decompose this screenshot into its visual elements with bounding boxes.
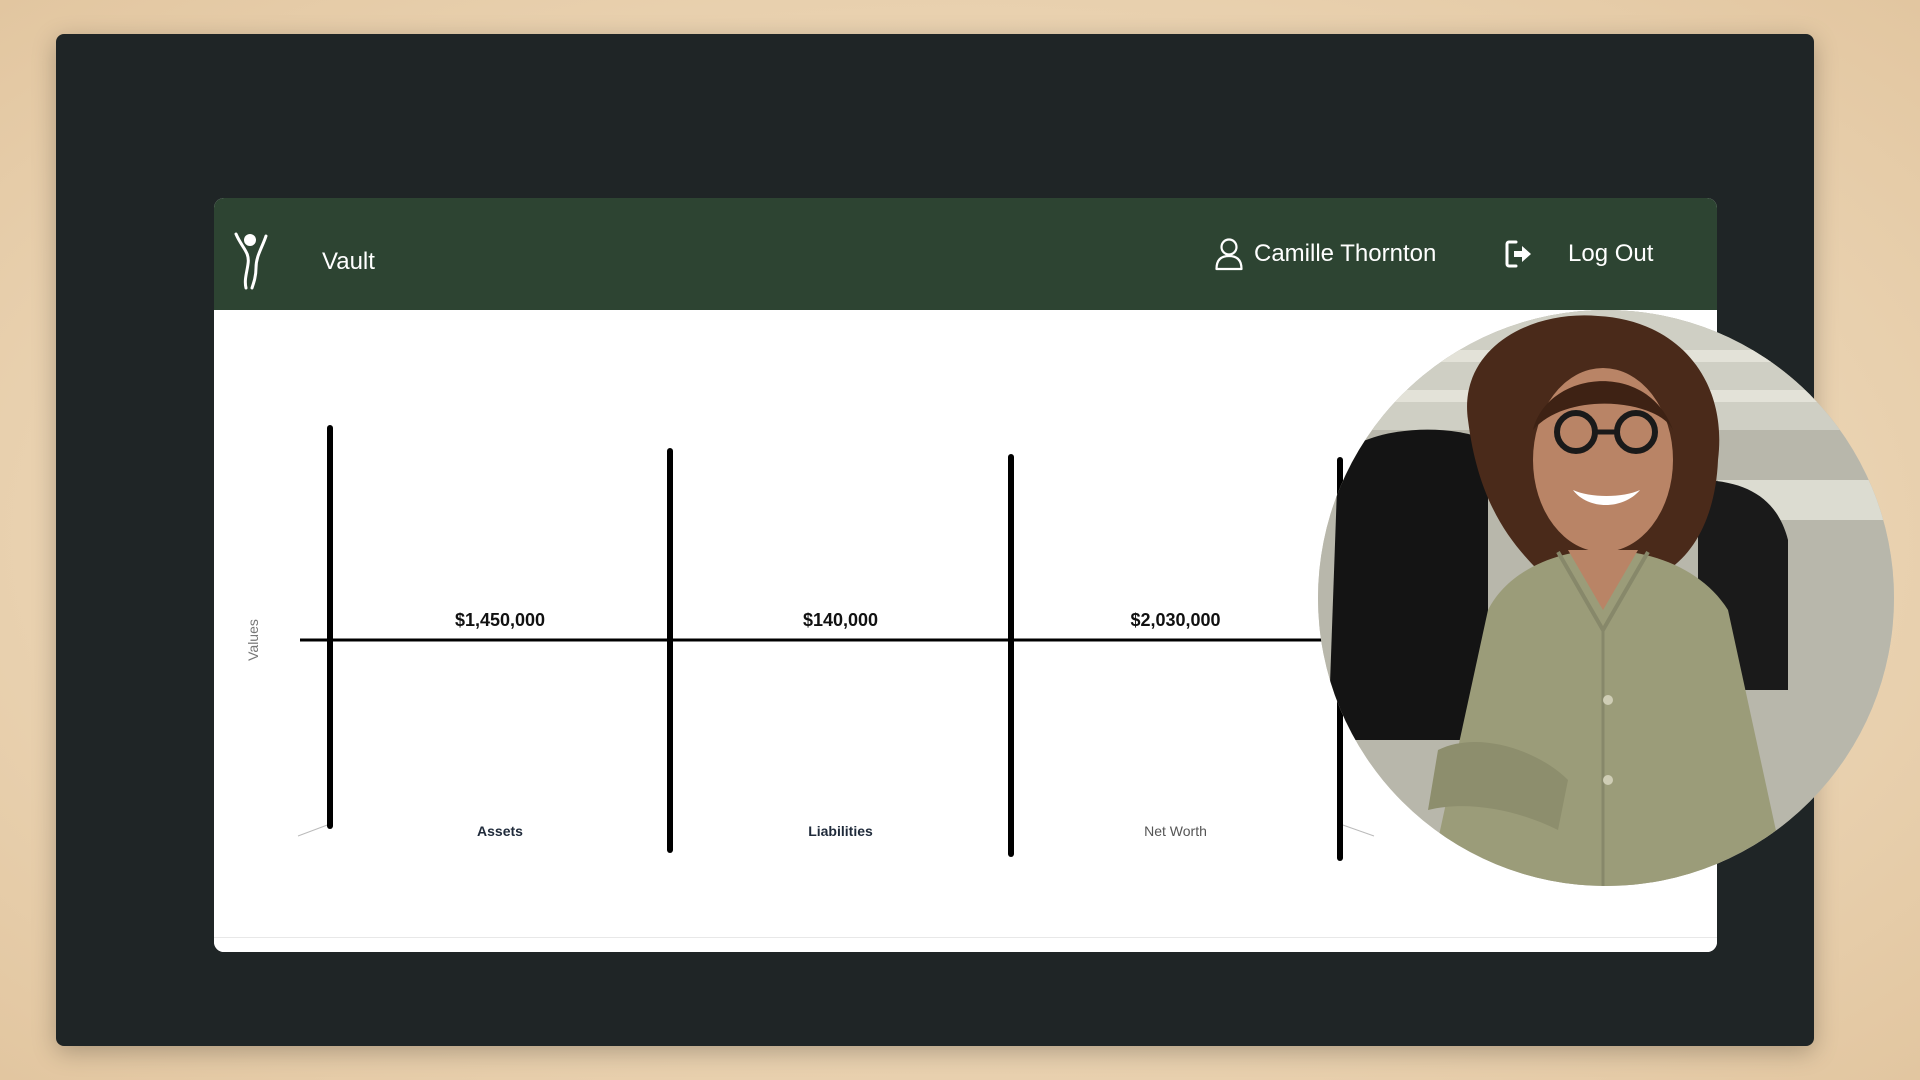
perspective-line-right [1339, 823, 1375, 837]
portrait-illustration [1318, 310, 1894, 886]
user-name: Camille Thornton [1254, 240, 1437, 267]
presenter-portrait-photo [1318, 310, 1894, 886]
bar-value-label: $140,000 [803, 610, 878, 630]
logout-icon [1505, 240, 1531, 268]
figure-logo-icon[interactable] [232, 230, 272, 290]
perspective-line-left [297, 823, 331, 837]
bar-value-label: $1,450,000 [455, 610, 545, 630]
category-label: Assets [477, 823, 523, 839]
user-icon [1215, 238, 1243, 271]
y-axis-label: Values [245, 619, 261, 661]
brand-name[interactable]: Vault [322, 248, 375, 276]
bar-value-label: $2,030,000 [1130, 610, 1220, 630]
top-navbar: Vault Camille Thornton Log Out [214, 198, 1717, 310]
content-divider [214, 937, 1717, 938]
user-menu[interactable]: Camille Thornton [1214, 236, 1436, 272]
logout-button[interactable]: Log Out [1504, 236, 1653, 272]
category-label: Liabilities [808, 823, 873, 839]
logout-label: Log Out [1568, 240, 1654, 267]
category-label: Net Worth [1144, 823, 1207, 839]
